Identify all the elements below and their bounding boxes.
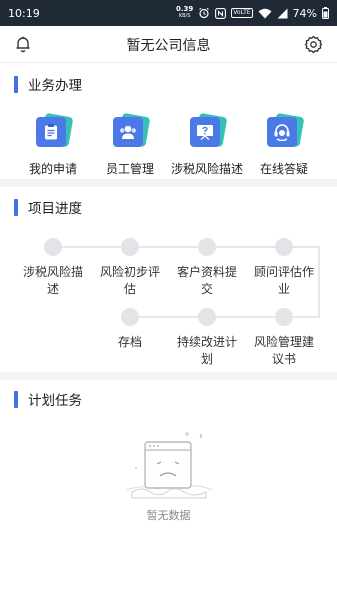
progress-step-dot xyxy=(275,308,293,326)
battery-icon xyxy=(322,7,329,19)
empty-box-icon xyxy=(124,428,214,503)
section-accent-bar xyxy=(14,75,18,93)
progress-step-label: 客户资料提交 xyxy=(176,265,237,296)
progress-section-title: 项目进度 xyxy=(28,201,82,217)
business-item-label: 涉税风险描述 xyxy=(170,162,243,176)
business-item-online-qa[interactable]: 在线答疑 xyxy=(242,112,326,177)
business-item-my-application[interactable]: 我的申请 xyxy=(11,112,95,177)
net-speed-indicator: 0.39 KB/S xyxy=(176,6,193,20)
business-item-label: 员工管理 xyxy=(105,162,154,176)
status-bar: 10:19 0.39 KB/S VoLTE 74% xyxy=(0,0,337,26)
business-item-label: 我的申请 xyxy=(28,162,77,176)
progress-step-label: 风险管理建 议书 xyxy=(253,335,314,366)
business-section-header: 业务办理 xyxy=(14,74,82,94)
status-time: 10:19 xyxy=(8,6,40,20)
progress-step-dot xyxy=(121,238,139,256)
progress-step-dot xyxy=(275,238,293,256)
progress-step-label: 存档 xyxy=(117,335,142,349)
alarm-icon xyxy=(198,7,210,19)
business-section-title: 业务办理 xyxy=(28,78,82,94)
section-accent-bar xyxy=(14,390,18,408)
clipboard-icon xyxy=(34,112,74,150)
net-speed-unit: KB/S xyxy=(178,13,191,19)
headset-icon xyxy=(265,112,305,150)
gear-icon[interactable] xyxy=(304,35,323,54)
business-item-label: 在线答疑 xyxy=(259,162,308,176)
people-icon xyxy=(111,112,151,150)
section-divider xyxy=(0,179,337,187)
progress-step-label: 持续改进计划 xyxy=(176,335,237,366)
plan-section-title: 计划任务 xyxy=(28,393,82,409)
wifi-icon xyxy=(258,8,272,19)
battery-percentage: 74% xyxy=(292,6,317,20)
page-title: 暂无公司信息 xyxy=(126,38,211,54)
section-divider xyxy=(0,372,337,380)
progress-step-label: 涉税风险描述 xyxy=(22,265,83,296)
progress-step-dot xyxy=(198,238,216,256)
signal-icon xyxy=(277,8,288,19)
volte-badge: VoLTE xyxy=(231,8,253,18)
net-speed-value: 0.39 xyxy=(175,5,194,13)
progress-step-label: 顾问评估作业 xyxy=(253,265,314,296)
empty-state-text: 暂无数据 xyxy=(146,509,191,522)
progress-section-header: 项目进度 xyxy=(14,197,82,217)
status-icons: 0.39 KB/S VoLTE 74% xyxy=(176,6,329,20)
section-accent-bar xyxy=(14,198,18,216)
progress-step-dot xyxy=(121,308,139,326)
progress-step-dot xyxy=(198,308,216,326)
app-header: 暂无公司信息 xyxy=(0,26,337,63)
question-board-icon xyxy=(188,112,228,150)
business-item-staff-management[interactable]: 员工管理 xyxy=(88,112,172,177)
progress-step-dot xyxy=(44,238,62,256)
nfc-icon xyxy=(215,7,227,19)
progress-step-label: 风险初步评估 xyxy=(99,265,160,296)
business-item-tax-risk[interactable]: 涉税风险描述 xyxy=(165,112,249,177)
plan-section-header: 计划任务 xyxy=(14,389,82,409)
